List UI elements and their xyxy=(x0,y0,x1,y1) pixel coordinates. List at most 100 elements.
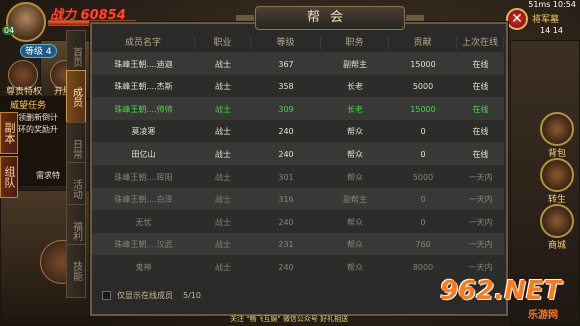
cell-contribution: 0 xyxy=(420,195,426,205)
watermark-subtitle: 乐游网 xyxy=(528,310,558,321)
cell-contribution: 760 xyxy=(415,240,431,250)
level-small-badge: 04 xyxy=(2,26,17,35)
member-count: 5/10 xyxy=(183,290,201,300)
cell-contribution: 8000 xyxy=(412,262,434,272)
cell-last-online: 在线 xyxy=(472,127,489,137)
table-row[interactable]: 珠峰王朝....汉武 战士 231 帮众 760 一天内 xyxy=(92,232,504,257)
cell-last-online: 在线 xyxy=(472,82,489,92)
cell-role: 帮众 xyxy=(347,262,363,272)
cell-last-online: 在线 xyxy=(472,104,489,114)
cell-level: 367 xyxy=(278,59,294,69)
cell-name: 珠峰王朝....白泽 xyxy=(114,195,173,205)
side-tab-team[interactable]: 组队 xyxy=(0,156,18,198)
cell-contribution: 0 xyxy=(420,149,426,159)
cell-contribution: 5000 xyxy=(412,82,434,92)
cell-name: 珠峰王朝....晖阳 xyxy=(114,172,173,182)
cell-level: 240 xyxy=(278,217,294,227)
site-watermark: 962.NET 乐游网 xyxy=(440,276,580,326)
cell-role: 帮众 xyxy=(347,149,363,159)
cell-job: 战士 xyxy=(215,149,231,159)
cell-role: 帮众 xyxy=(347,217,363,227)
quest-title: 威望任务 xyxy=(10,101,47,111)
cell-name: 珠峰王朝....迪迦 xyxy=(114,59,173,69)
cell-contribution: 5000 xyxy=(412,172,434,182)
cell-level: 316 xyxy=(278,195,294,205)
table-row[interactable]: 珠峰王朝....迪迦 战士 367 副帮主 15000 在线 xyxy=(92,52,504,76)
cell-name: 珠峰王朝....帅帅 xyxy=(114,104,173,114)
bag-icon[interactable] xyxy=(540,112,574,146)
cell-contribution: 15000 xyxy=(410,104,436,114)
tab-members[interactable]: 成员 xyxy=(66,70,86,124)
table-row[interactable]: 珠峰王朝....白泽 战士 316 副帮主 0 一天内 xyxy=(92,187,504,212)
cell-role: 长老 xyxy=(347,104,363,114)
quest-line: 需求特 xyxy=(36,171,60,180)
cell-role: 长老 xyxy=(347,82,363,92)
online-only-label: 仅显示在线成员 xyxy=(117,290,173,300)
rebirth-icon[interactable] xyxy=(540,158,574,192)
player-avatar[interactable] xyxy=(6,2,46,42)
cell-name: 珠峰王朝....汉武 xyxy=(114,240,173,250)
table-row[interactable]: 无忧 战士 240 帮众 0 一天内 xyxy=(92,210,504,235)
cell-name: 莫凌寒 xyxy=(131,127,156,137)
cell-level: 240 xyxy=(278,262,294,272)
cell-level: 309 xyxy=(278,104,294,114)
map-coords: 14 14 xyxy=(540,26,563,35)
status-clock: 51ms 10:54 xyxy=(528,0,576,9)
cell-last-online: 在线 xyxy=(472,149,489,159)
watermark-logo: 962.NET xyxy=(440,276,562,306)
shop-label: 商城 xyxy=(548,241,567,251)
cell-role: 帮众 xyxy=(347,127,363,137)
cell-level: 301 xyxy=(278,172,294,182)
side-tab-dungeon[interactable]: 副本 xyxy=(0,112,18,154)
col-role[interactable]: 职务 xyxy=(321,36,389,50)
cell-name: 无忧 xyxy=(135,217,152,227)
cell-last-online: 一天内 xyxy=(468,262,493,272)
cell-job: 战士 xyxy=(215,104,231,114)
cell-job: 战士 xyxy=(215,82,231,92)
cell-job: 战士 xyxy=(215,262,231,272)
cell-job: 战士 xyxy=(215,59,231,69)
online-filter[interactable]: 仅显示在线成员 5/10 xyxy=(102,288,201,302)
cell-last-online: 在线 xyxy=(472,59,489,69)
cell-role: 副帮主 xyxy=(343,195,367,205)
cell-contribution: 15000 xyxy=(410,59,436,69)
table-row[interactable]: 田亿山 战士 240 帮众 0 在线 xyxy=(92,142,504,167)
table-header: 成员名字 职业 等级 职务 贡献 上次在线 xyxy=(92,36,504,50)
col-name[interactable]: 成员名字 xyxy=(92,36,195,50)
cell-last-online: 一天内 xyxy=(468,240,493,250)
cell-contribution: 0 xyxy=(420,127,426,137)
cell-job: 战士 xyxy=(215,172,231,182)
col-job[interactable]: 职业 xyxy=(195,36,251,50)
col-last-online[interactable]: 上次在线 xyxy=(457,36,504,50)
table-row[interactable]: 珠峰王朝....杰斯 战士 358 长老 5000 在线 xyxy=(92,74,504,99)
panel-title: 帮会 xyxy=(236,6,424,30)
cell-job: 战士 xyxy=(215,240,231,250)
table-row[interactable]: 莫凌寒 战士 240 帮众 0 在线 xyxy=(92,119,504,144)
cell-last-online: 一天内 xyxy=(468,195,493,205)
cell-contribution: 0 xyxy=(420,217,426,227)
cell-last-online: 一天内 xyxy=(468,217,493,227)
cell-role: 副帮主 xyxy=(343,59,367,69)
cell-job: 战士 xyxy=(215,217,231,227)
cell-name: 田亿山 xyxy=(131,149,156,159)
tab-skills[interactable]: 技能 xyxy=(66,244,86,298)
cell-name: 珠峰王朝....杰斯 xyxy=(114,82,173,92)
online-only-checkbox[interactable] xyxy=(102,290,111,300)
cell-last-online: 一天内 xyxy=(468,172,493,182)
close-button[interactable]: ✕ xyxy=(506,8,528,30)
cell-level: 240 xyxy=(278,127,294,137)
cell-role: 帮众 xyxy=(347,172,363,182)
map-name: 将军墓 xyxy=(532,15,560,25)
cell-job: 战士 xyxy=(215,127,231,137)
level-badge: 等级 4 xyxy=(20,44,57,58)
cell-level: 240 xyxy=(278,149,294,159)
table-row[interactable]: 珠峰王朝....帅帅 战士 309 长老 15000 在线 xyxy=(92,97,504,122)
cell-job: 战士 xyxy=(215,195,231,205)
shop-icon[interactable] xyxy=(540,204,574,238)
cell-name: 鬼神 xyxy=(135,262,152,272)
cell-level: 358 xyxy=(278,82,294,92)
cell-level: 231 xyxy=(278,240,294,250)
table-row[interactable]: 珠峰王朝....晖阳 战士 301 帮众 5000 一天内 xyxy=(92,165,504,189)
col-contribution[interactable]: 贡献 xyxy=(389,36,457,50)
col-level[interactable]: 等级 xyxy=(251,36,321,50)
